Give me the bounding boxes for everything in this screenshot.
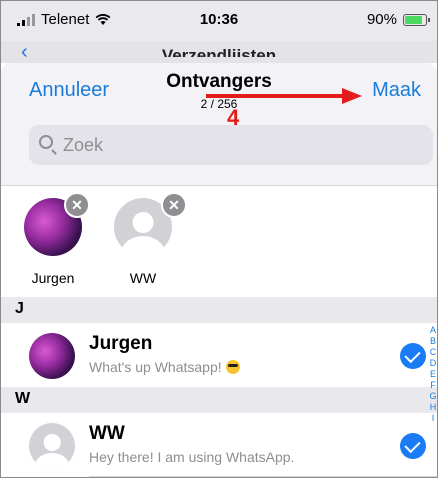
avatar bbox=[29, 333, 75, 379]
section-header-w: W bbox=[1, 387, 437, 413]
create-button[interactable]: Maak bbox=[372, 79, 421, 102]
sunglasses-emoji-icon bbox=[225, 360, 240, 374]
battery-percent: 90% bbox=[366, 11, 397, 28]
selected-chip-ww[interactable]: ✕ WW bbox=[111, 192, 187, 286]
battery-icon bbox=[403, 13, 430, 26]
contact-name: Jurgen bbox=[89, 333, 153, 354]
avatar: ✕ bbox=[24, 192, 90, 256]
section-header-j: J bbox=[1, 297, 437, 323]
contact-status: What's up Whatsapp! bbox=[89, 359, 240, 375]
contact-row[interactable]: Jurgen What's up Whatsapp! bbox=[1, 323, 437, 387]
annotation-arrow-icon bbox=[206, 88, 362, 104]
checkmark-icon[interactable] bbox=[400, 343, 426, 369]
section-letter: J bbox=[15, 300, 24, 317]
contact-name: WW bbox=[89, 423, 125, 444]
contact-status: Hey there! I am using WhatsApp. bbox=[89, 449, 295, 465]
avatar bbox=[29, 423, 75, 469]
phone-screen: Telenet 10:36 90% ‹ Verzendlijsten Annul… bbox=[0, 0, 438, 478]
section-letter: W bbox=[15, 390, 31, 407]
selected-name: WW bbox=[129, 270, 157, 286]
section-index[interactable]: A B C D E F G H I bbox=[429, 325, 437, 424]
annotation-step: 4 bbox=[227, 105, 240, 130]
search-placeholder: Zoek bbox=[63, 135, 104, 155]
remove-icon[interactable]: ✕ bbox=[161, 192, 187, 218]
recipients-sheet: Annuleer Ontvangers 2 / 256 Maak Zoek ✕ … bbox=[1, 63, 437, 477]
background-page: ‹ Verzendlijsten bbox=[1, 41, 437, 63]
selected-recipients: ✕ Jurgen ✕ WW bbox=[1, 185, 437, 298]
status-bar: Telenet 10:36 90% bbox=[1, 1, 437, 41]
selected-name: Jurgen bbox=[31, 270, 75, 286]
checkmark-icon[interactable] bbox=[400, 433, 426, 459]
remove-icon[interactable]: ✕ bbox=[64, 192, 90, 218]
search-icon bbox=[39, 135, 53, 149]
contact-row[interactable]: WW Hey there! I am using WhatsApp. bbox=[1, 413, 437, 477]
battery: 90% bbox=[366, 11, 430, 28]
selected-chip-jurgen[interactable]: ✕ Jurgen bbox=[21, 192, 90, 286]
search-input[interactable]: Zoek bbox=[29, 125, 433, 165]
